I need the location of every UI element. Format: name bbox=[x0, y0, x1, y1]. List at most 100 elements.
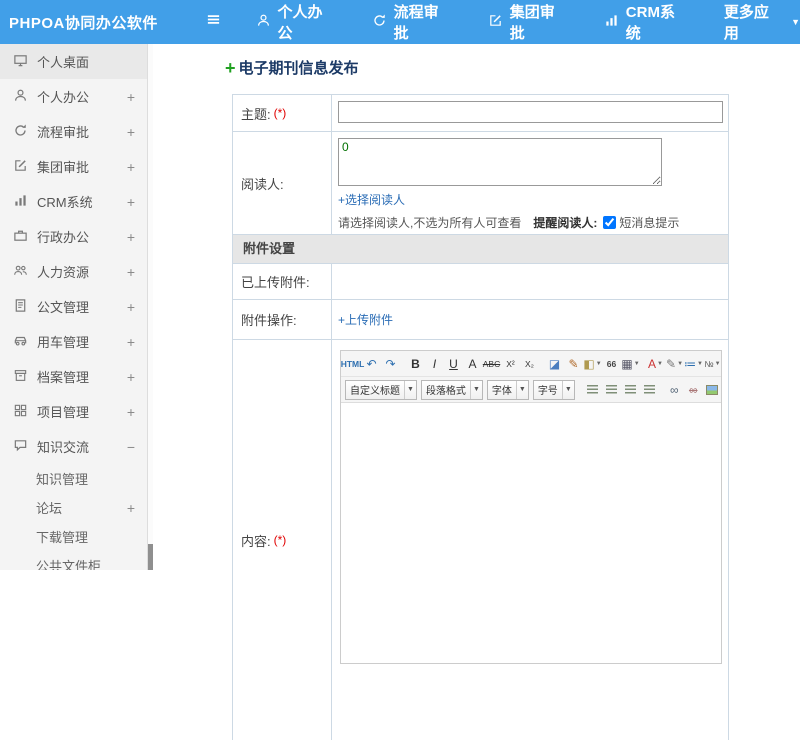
expand-toggle[interactable]: + bbox=[123, 194, 135, 210]
nav-item-more-apps[interactable]: 更多应用▼ bbox=[724, 1, 800, 43]
font-style-button[interactable]: A bbox=[464, 354, 481, 374]
caret-down-icon: ▼ bbox=[677, 361, 683, 367]
sidebar-item-label: 档案管理 bbox=[37, 367, 114, 386]
format-brush-button[interactable]: ✎ bbox=[565, 354, 582, 374]
numbered-list-button[interactable]: №▼ bbox=[704, 354, 721, 374]
menu-toggle-button[interactable] bbox=[206, 12, 232, 32]
nav-item-personal-office[interactable]: 个人办公 bbox=[256, 1, 336, 43]
subject-row: 主题: (*) bbox=[233, 95, 728, 132]
expand-toggle[interactable]: + bbox=[123, 500, 135, 516]
choose-readers-link[interactable]: +选择阅读人 bbox=[338, 191, 405, 208]
bold-button[interactable]: B bbox=[407, 354, 424, 374]
italic-button[interactable]: I bbox=[426, 354, 443, 374]
align-right-icon[interactable] bbox=[622, 380, 639, 400]
expand-toggle[interactable]: + bbox=[123, 159, 135, 175]
subject-input[interactable] bbox=[338, 101, 723, 123]
sidebar-subitem-label: 下载管理 bbox=[36, 527, 123, 546]
sidebar-item-personal-office[interactable]: 个人办公 + bbox=[0, 79, 147, 114]
font-family-select[interactable]: 字体▼ bbox=[487, 380, 529, 400]
expand-toggle[interactable]: + bbox=[123, 404, 135, 420]
sidebar-item-archive-mgmt[interactable]: 档案管理 + bbox=[0, 359, 147, 394]
html-source-button[interactable]: HTML bbox=[344, 354, 361, 374]
page-title-text: 电子期刊信息发布 bbox=[239, 57, 359, 78]
attachment-section-header: 附件设置 bbox=[233, 235, 728, 264]
remind-readers-label: 提醒阅读人: bbox=[533, 214, 597, 231]
sidebar-item-workflow-approval[interactable]: 流程审批+ bbox=[0, 114, 147, 149]
subscript-button[interactable]: X₂ bbox=[521, 354, 538, 374]
expand-toggle[interactable]: + bbox=[123, 89, 135, 105]
sidebar-subitem-knowledge-mgmt[interactable]: 知识管理 bbox=[0, 464, 147, 493]
hamburger-icon bbox=[206, 12, 221, 32]
custom-title-select[interactable]: 自定义标题▼ bbox=[345, 380, 417, 400]
sidebar-subitem-label: 知识管理 bbox=[36, 469, 123, 488]
caret-down-icon: ▼ bbox=[470, 381, 480, 399]
font-size-select[interactable]: 字号 ▼ bbox=[533, 380, 575, 400]
nav-item-group-approval[interactable]: 集团审批 bbox=[488, 1, 568, 43]
upload-attachment-link[interactable]: +上传附件 bbox=[338, 311, 393, 328]
table-button[interactable]: ▦▼ bbox=[622, 354, 639, 374]
sidebar-item-label: 个人办公 bbox=[37, 87, 114, 106]
expand-toggle[interactable]: + bbox=[123, 369, 135, 385]
sidebar-item-project-mgmt[interactable]: 项目管理+ bbox=[0, 394, 147, 429]
select-label: 字号 bbox=[538, 382, 558, 397]
sms-remind-checkbox[interactable] bbox=[603, 216, 616, 229]
scrollbar-thumb[interactable] bbox=[148, 544, 153, 570]
highlight-pen-button[interactable]: ✎▼ bbox=[666, 354, 683, 374]
sidebar-item-personal-desktop[interactable]: 个人桌面 bbox=[0, 44, 147, 79]
image-icon[interactable] bbox=[704, 380, 721, 400]
sidebar-item-knowledge-exchange[interactable]: 知识交流− bbox=[0, 429, 147, 464]
link-button[interactable]: ∞ bbox=[666, 380, 683, 400]
expand-toggle[interactable]: + bbox=[123, 264, 135, 280]
superscript-button[interactable]: X² bbox=[502, 354, 519, 374]
sidebar-item-label: 用车管理 bbox=[37, 332, 114, 351]
editor-content-area[interactable] bbox=[341, 403, 721, 663]
undo-button[interactable]: ↶ bbox=[363, 354, 380, 374]
paragraph-format-select[interactable]: 段落格式▼ bbox=[421, 380, 483, 400]
sidebar-item-vehicle-mgmt[interactable]: 用车管理 + bbox=[0, 324, 147, 359]
align-center-icon[interactable] bbox=[603, 380, 620, 400]
sidebar-subitem-forum[interactable]: 论坛+ bbox=[0, 493, 147, 522]
align-left-icon[interactable] bbox=[584, 380, 601, 400]
sidebar-item-admin-office[interactable]: 行政办公+ bbox=[0, 219, 147, 254]
subject-label: 主题: (*) bbox=[233, 95, 332, 131]
sidebar-item-label: 人力资源 bbox=[37, 262, 114, 281]
sidebar-subitem-public-file-cabinet[interactable]: 公共文件柜 bbox=[0, 551, 147, 570]
expand-toggle[interactable]: − bbox=[123, 439, 135, 455]
sidebar-item-group-approval[interactable]: 集团审批+ bbox=[0, 149, 147, 184]
add-icon: + bbox=[225, 59, 236, 77]
sidebar-item-crm[interactable]: CRM系统 + bbox=[0, 184, 147, 219]
unlink-button[interactable]: ∞ bbox=[685, 380, 702, 400]
attachment-ops-label-text: 附件操作: bbox=[241, 310, 297, 329]
bullet-list-button[interactable]: ≔▼ bbox=[685, 354, 702, 374]
blockquote-button[interactable]: 66 bbox=[603, 354, 620, 374]
caret-down-icon: ▼ bbox=[715, 361, 721, 367]
align-center-icon bbox=[606, 385, 617, 394]
readers-textarea[interactable]: 0 bbox=[338, 138, 662, 186]
sidebar-item-hr[interactable]: 人力资源 + bbox=[0, 254, 147, 289]
align-justify-icon[interactable] bbox=[641, 380, 658, 400]
nav-item-workflow-approval[interactable]: 流程审批 bbox=[372, 1, 452, 43]
nav-item-label: 个人办公 bbox=[278, 1, 336, 43]
underline-button[interactable]: U bbox=[445, 354, 462, 374]
nav-item-crm[interactable]: CRM系统 bbox=[604, 1, 688, 43]
font-color-button[interactable]: A▼ bbox=[647, 354, 664, 374]
sidebar-item-label: CRM系统 bbox=[37, 192, 114, 211]
sidebar-scrollbar[interactable] bbox=[148, 44, 153, 570]
sidebar-subitem-download-mgmt[interactable]: 下载管理 bbox=[0, 522, 147, 551]
app-brand: PHPOA协同办公软件 bbox=[0, 12, 206, 33]
sidebar-item-document-mgmt[interactable]: 公文管理+ bbox=[0, 289, 147, 324]
readers-label: 阅读人: bbox=[233, 132, 332, 234]
person-icon bbox=[13, 88, 28, 106]
strikethrough-button[interactable]: ABC bbox=[483, 354, 500, 374]
expand-toggle[interactable]: + bbox=[123, 229, 135, 245]
expand-toggle[interactable]: + bbox=[123, 334, 135, 350]
expand-toggle[interactable]: + bbox=[123, 124, 135, 140]
eraser-button[interactable]: ◪ bbox=[546, 354, 563, 374]
publish-form: 主题: (*) 阅读人: 0 +选择阅读人 请选择阅读人,不选为所有人可查看 提… bbox=[232, 94, 729, 740]
expand-toggle[interactable]: + bbox=[123, 299, 135, 315]
sidebar: 个人桌面个人办公+流程审批+集团审批+CRM系统+行政办公+人力资源+公文管理+… bbox=[0, 44, 148, 570]
caret-down-icon: ▼ bbox=[562, 381, 572, 399]
fill-color-button[interactable]: ◧▼ bbox=[584, 354, 601, 374]
content-label: 内容: (*) bbox=[233, 340, 332, 740]
redo-button[interactable]: ↷ bbox=[382, 354, 399, 374]
